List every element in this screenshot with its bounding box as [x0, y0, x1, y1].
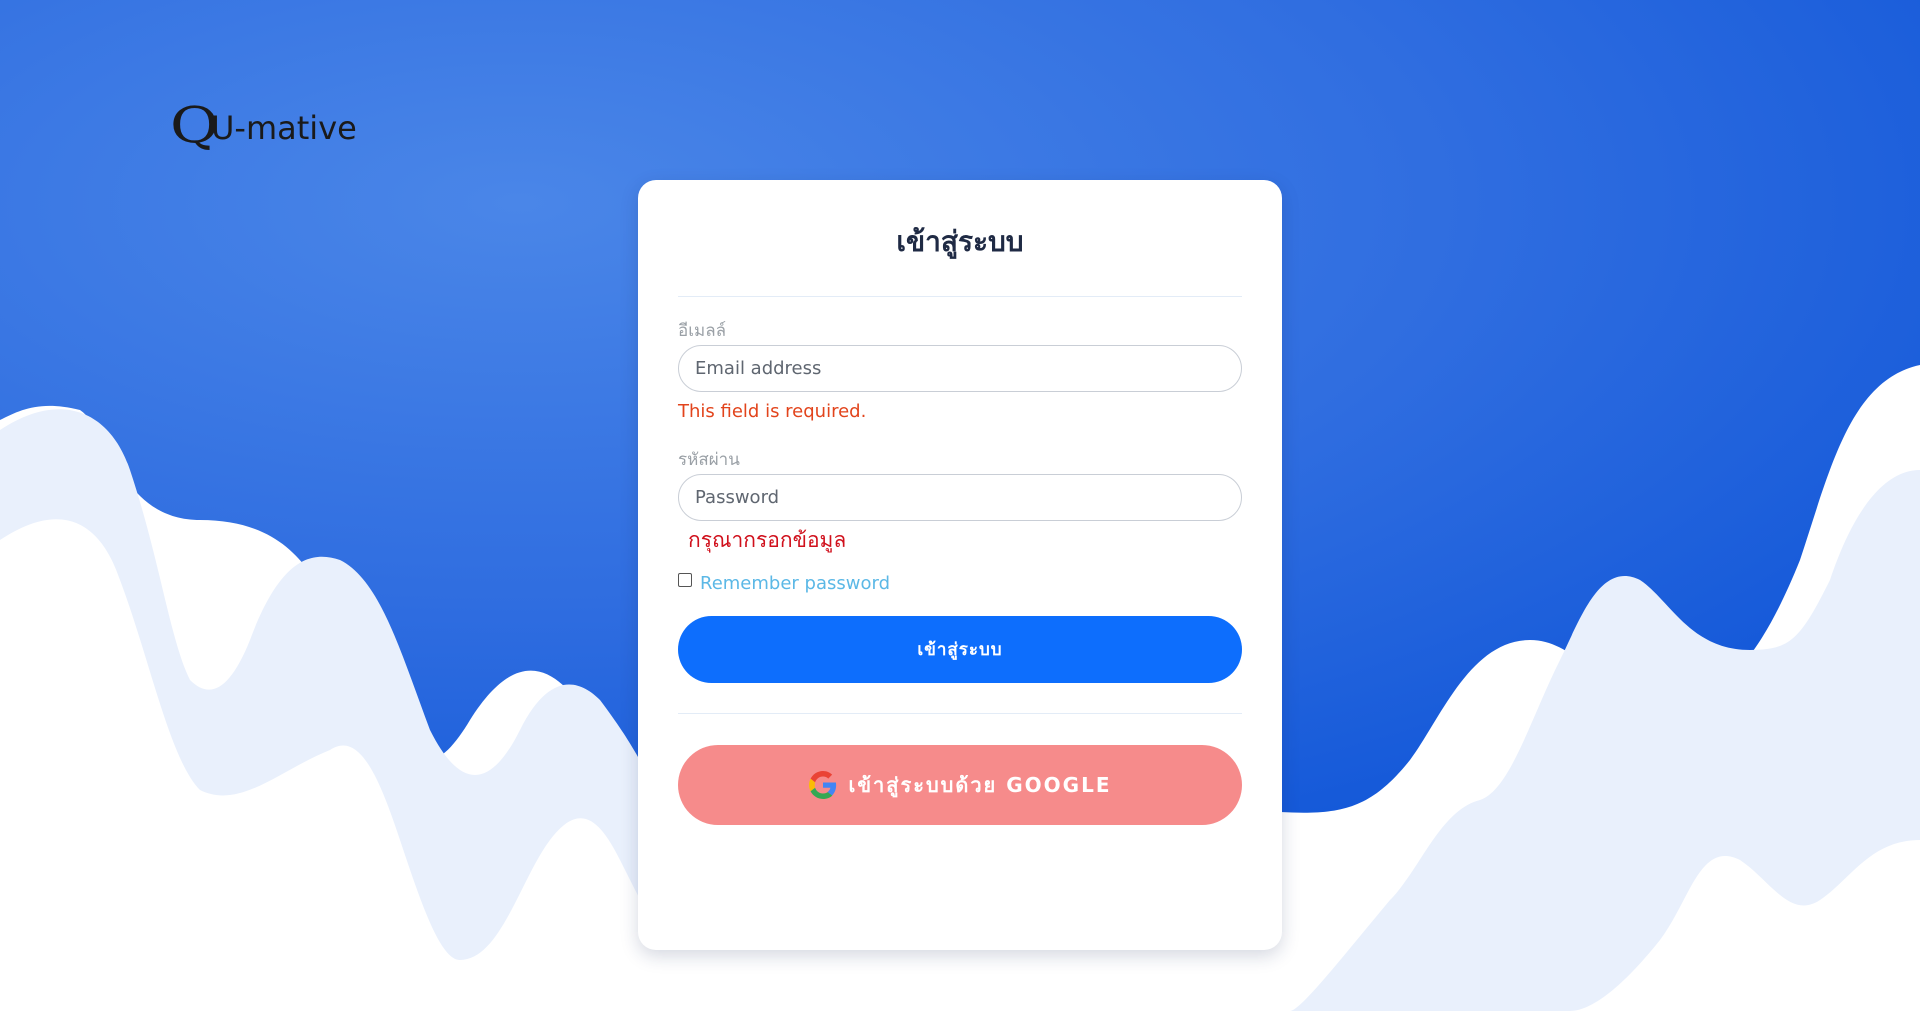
remember-row: Remember password: [678, 569, 1242, 597]
login-button[interactable]: เข้าสู่ระบบ: [678, 616, 1242, 683]
password-label: รหัสผ่าน: [678, 450, 740, 470]
google-button-label: เข้าสู่ระบบด้วย GOOGLE: [848, 773, 1112, 797]
email-input[interactable]: [678, 345, 1242, 392]
login-page: Q U-mative เข้าสู่ระบบ อีเมลล์ This fiel…: [0, 0, 1920, 1011]
brand-logo: Q U-mative: [170, 100, 357, 150]
logo-mark: Q: [170, 96, 219, 154]
title-divider: [678, 296, 1242, 297]
email-label: อีเมลล์: [678, 321, 727, 341]
buttons-divider: [678, 713, 1242, 714]
logo-text: U-mative: [211, 109, 357, 147]
remember-label[interactable]: Remember password: [700, 573, 890, 594]
google-g-icon: [808, 771, 836, 799]
remember-checkbox[interactable]: [678, 573, 692, 587]
email-error: This field is required.: [678, 401, 867, 422]
google-login-button[interactable]: เข้าสู่ระบบด้วย GOOGLE: [678, 745, 1242, 825]
login-title: เข้าสู่ระบบ: [896, 225, 1024, 258]
login-card: เข้าสู่ระบบ อีเมลล์ This field is requir…: [638, 180, 1282, 950]
password-input[interactable]: [678, 474, 1242, 521]
password-error: กรุณากรอกข้อมูล: [688, 528, 847, 552]
